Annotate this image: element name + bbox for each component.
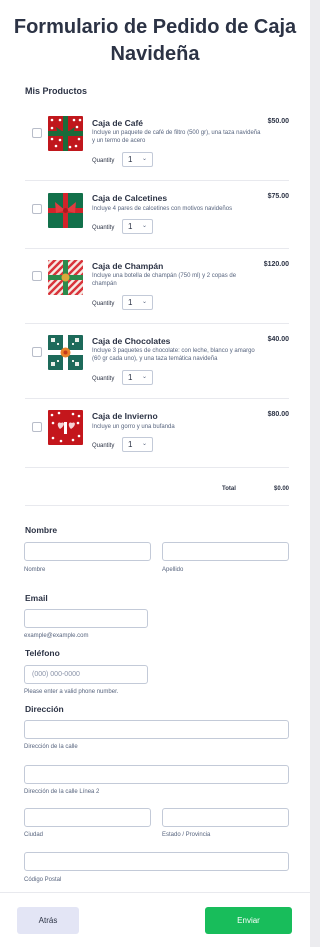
product-name: Caja de Champán (92, 261, 164, 271)
product-name: Caja de Invierno (92, 411, 158, 421)
gift-box-red-hearts-icon (48, 410, 83, 445)
product-name: Caja de Café (92, 118, 144, 128)
product-checkbox[interactable] (32, 128, 42, 138)
state-sublabel: Estado / Provincia (162, 832, 211, 838)
quantity-select[interactable]: 1 ⌄ (122, 437, 153, 452)
form-title-line-2: Navideña (110, 43, 200, 65)
form-footer: Atrás Enviar (0, 892, 310, 947)
product-checkbox[interactable] (32, 204, 42, 214)
products-section-label: Mis Productos (25, 86, 88, 96)
total-row: Total $0.00 (25, 486, 289, 496)
form-title: Formulario de Pedido de Caja Navideña (10, 14, 300, 68)
chevron-down-icon: ⌄ (141, 223, 147, 229)
city-input[interactable] (24, 808, 151, 827)
quantity-label: Quantity (92, 158, 115, 164)
form-title-line-1: Formulario de Pedido de Caja (13, 16, 297, 38)
zip-input[interactable] (24, 852, 289, 871)
quantity-label: Quantity (92, 225, 115, 231)
total-value: $0.00 (273, 486, 289, 492)
chevron-down-icon: ⌄ (141, 156, 147, 162)
product-price: $80.00 (267, 411, 289, 418)
product-name: Caja de Calcetines (92, 193, 168, 203)
quantity-select[interactable]: 1 ⌄ (122, 370, 153, 385)
chevron-down-icon: ⌄ (141, 441, 147, 447)
product-item-calcetines: Caja de Calcetines $75.00 Incluye 4 pare… (25, 181, 289, 249)
product-description: Incluye un gorro y una bufanda (92, 424, 175, 430)
product-name: Caja de Chocolates (92, 336, 171, 346)
street-line2-input[interactable] (24, 765, 289, 784)
quantity-value: 1 (128, 298, 133, 307)
phone-input[interactable]: (000) 000-0000 (24, 665, 148, 684)
last-name-input[interactable] (162, 542, 289, 561)
gift-box-red-dots-icon (48, 116, 83, 151)
street-sublabel: Dirección de la calle (24, 744, 78, 750)
product-item-champan: Caja de Champán $120.00 Incluye una bote… (25, 249, 289, 324)
first-name-sublabel: Nombre (24, 567, 46, 573)
product-price: $75.00 (267, 193, 289, 200)
chevron-down-icon: ⌄ (141, 374, 147, 380)
first-name-input[interactable] (24, 542, 151, 561)
phone-sublabel: Please enter a valid phone number. (24, 689, 119, 695)
back-button[interactable]: Atrás (17, 907, 79, 934)
product-description: Incluye 3 paquetes de chocolate: con lec… (92, 348, 255, 362)
product-description: Incluye 4 pares de calcetines con motivo… (92, 206, 233, 212)
product-checkbox[interactable] (32, 271, 42, 281)
product-checkbox[interactable] (32, 347, 42, 357)
gift-box-teal-pattern-icon (48, 335, 83, 370)
quantity-label: Quantity (92, 301, 115, 307)
chevron-down-icon: ⌄ (141, 299, 147, 305)
quantity-value: 1 (128, 155, 133, 164)
product-item-cafe: Caja de Café $50.00 Incluye un paquete d… (25, 106, 289, 181)
street-input[interactable] (24, 720, 289, 739)
street-line2-sublabel: Dirección de la calle Línea 2 (24, 789, 100, 795)
product-price: $40.00 (267, 336, 289, 343)
address-label: Dirección (25, 704, 64, 714)
quantity-label: Quantity (92, 443, 115, 449)
email-sublabel: example@example.com (24, 633, 89, 639)
city-sublabel: Ciudad (24, 832, 44, 838)
gift-box-candy-stripe-icon (48, 260, 83, 295)
quantity-select[interactable]: 1 ⌄ (122, 219, 153, 234)
quantity-value: 1 (128, 222, 133, 231)
product-item-chocolates: Caja de Chocolates $40.00 Incluye 3 paqu… (25, 324, 289, 399)
quantity-value: 1 (128, 373, 133, 382)
total-label: Total (222, 486, 236, 492)
email-field[interactable] (24, 609, 148, 628)
product-price: $50.00 (267, 118, 289, 125)
email-label: Email (25, 593, 48, 603)
last-name-sublabel: Apellido (162, 567, 184, 573)
name-label: Nombre (25, 525, 58, 535)
quantity-value: 1 (128, 440, 133, 449)
phone-label: Teléfono (25, 648, 60, 658)
product-price: $120.00 (263, 261, 289, 268)
zip-sublabel: Código Postal (24, 877, 62, 883)
product-description: Incluye un paquete de café de filtro (50… (92, 130, 261, 144)
quantity-select[interactable]: 1 ⌄ (122, 295, 153, 310)
divider (25, 505, 289, 506)
product-item-invierno: Caja de Invierno $80.00 Incluye un gorro… (25, 399, 289, 468)
product-description: Incluye una botella de champán (750 ml) … (92, 273, 237, 287)
product-checkbox[interactable] (32, 422, 42, 432)
submit-button[interactable]: Enviar (205, 907, 292, 934)
quantity-label: Quantity (92, 376, 115, 382)
form-card: Formulario de Pedido de Caja Navideña Mi… (0, 0, 310, 947)
quantity-select[interactable]: 1 ⌄ (122, 152, 153, 167)
gift-box-green-icon (48, 193, 83, 228)
state-input[interactable] (162, 808, 289, 827)
